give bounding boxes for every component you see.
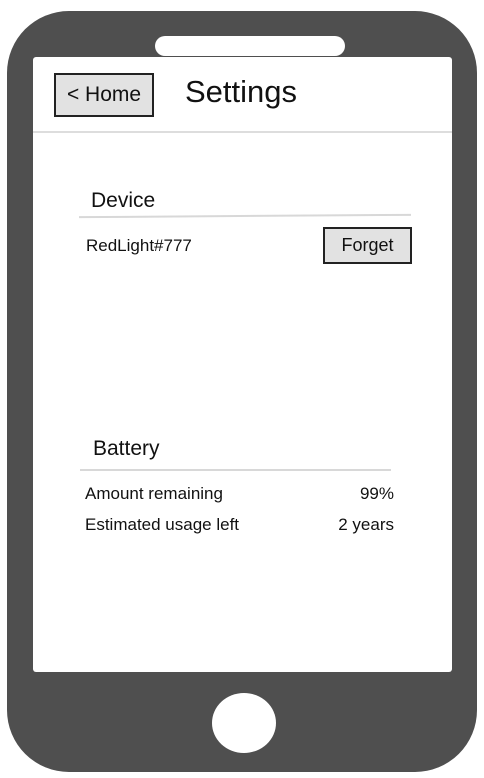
battery-amount-label: Amount remaining [85, 484, 223, 503]
device-name: RedLight#777 [86, 236, 192, 255]
forget-device-button[interactable]: Forget [323, 227, 412, 264]
device-section-divider [78, 213, 412, 219]
usage-left-value: 2 years [338, 515, 394, 534]
battery-amount-value: 99% [359, 484, 394, 503]
screen: < Home Settings Device RedLight#777 Forg… [33, 57, 452, 672]
battery-section-title: Battery [93, 437, 160, 460]
device-section-title: Device [91, 189, 156, 212]
hardware-home-button[interactable] [212, 693, 276, 753]
battery-section-divider [80, 469, 391, 471]
usage-left-label: Estimated usage left [85, 515, 240, 534]
header-divider [33, 131, 452, 133]
speaker-slot [155, 36, 345, 56]
back-home-button[interactable]: < Home [54, 73, 154, 117]
page-title: Settings [185, 74, 298, 109]
